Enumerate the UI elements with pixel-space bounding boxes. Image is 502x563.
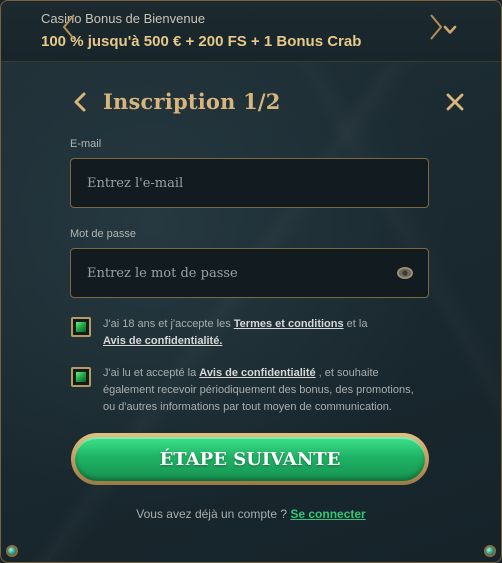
button-ornament-icon bbox=[62, 14, 75, 40]
welcome-bonus-banner[interactable]: Casino Bonus de Bienvenue 100 % jusqu'à … bbox=[1, 1, 501, 62]
button-ornament-icon bbox=[430, 14, 443, 40]
registration-modal: Casino Bonus de Bienvenue 100 % jusqu'à … bbox=[0, 0, 502, 563]
page-title: Inscription 1/2 bbox=[103, 89, 281, 114]
corner-gem-icon bbox=[5, 542, 21, 558]
email-label: E-mail bbox=[70, 138, 102, 150]
password-field[interactable] bbox=[71, 249, 428, 297]
consent-marketing-text: J'ai lu et accepté la Avis de confidenti… bbox=[103, 365, 423, 416]
chevron-down-icon[interactable] bbox=[443, 23, 457, 37]
close-icon[interactable] bbox=[445, 92, 465, 112]
chevron-left-icon[interactable] bbox=[71, 91, 89, 113]
password-field-container bbox=[70, 248, 429, 298]
next-step-button[interactable]: ÉTAPE SUIVANTE bbox=[71, 433, 429, 485]
bonus-offer: 100 % jusqu'à 500 € + 200 FS + 1 Bonus C… bbox=[41, 33, 362, 50]
next-step-label: ÉTAPE SUIVANTE bbox=[159, 448, 341, 470]
corner-gem-icon bbox=[481, 542, 497, 558]
terms-link[interactable]: Termes et conditions bbox=[234, 318, 344, 330]
checkbox-marketing[interactable] bbox=[71, 367, 91, 387]
login-prompt: Vous avez déjà un compte ? Se connecter bbox=[1, 507, 501, 521]
consent-text: et la bbox=[343, 318, 368, 330]
consent-text: J'ai 18 ans et j'accepte les bbox=[103, 318, 234, 330]
login-link[interactable]: Se connecter bbox=[290, 507, 365, 521]
privacy-link[interactable]: Avis de confidentialité bbox=[199, 367, 315, 379]
checkbox-terms[interactable] bbox=[71, 317, 91, 337]
eye-icon[interactable] bbox=[396, 266, 414, 280]
email-field-container bbox=[70, 158, 429, 208]
password-label: Mot de passe bbox=[70, 228, 137, 240]
consent-terms-text: J'ai 18 ans et j'accepte les Termes et c… bbox=[103, 316, 423, 350]
privacy-link[interactable]: Avis de confidentialité. bbox=[103, 335, 222, 347]
email-field[interactable] bbox=[71, 159, 428, 207]
consent-text: J'ai lu et accepté la bbox=[103, 367, 200, 379]
login-prompt-text: Vous avez déjà un compte ? bbox=[136, 507, 291, 521]
